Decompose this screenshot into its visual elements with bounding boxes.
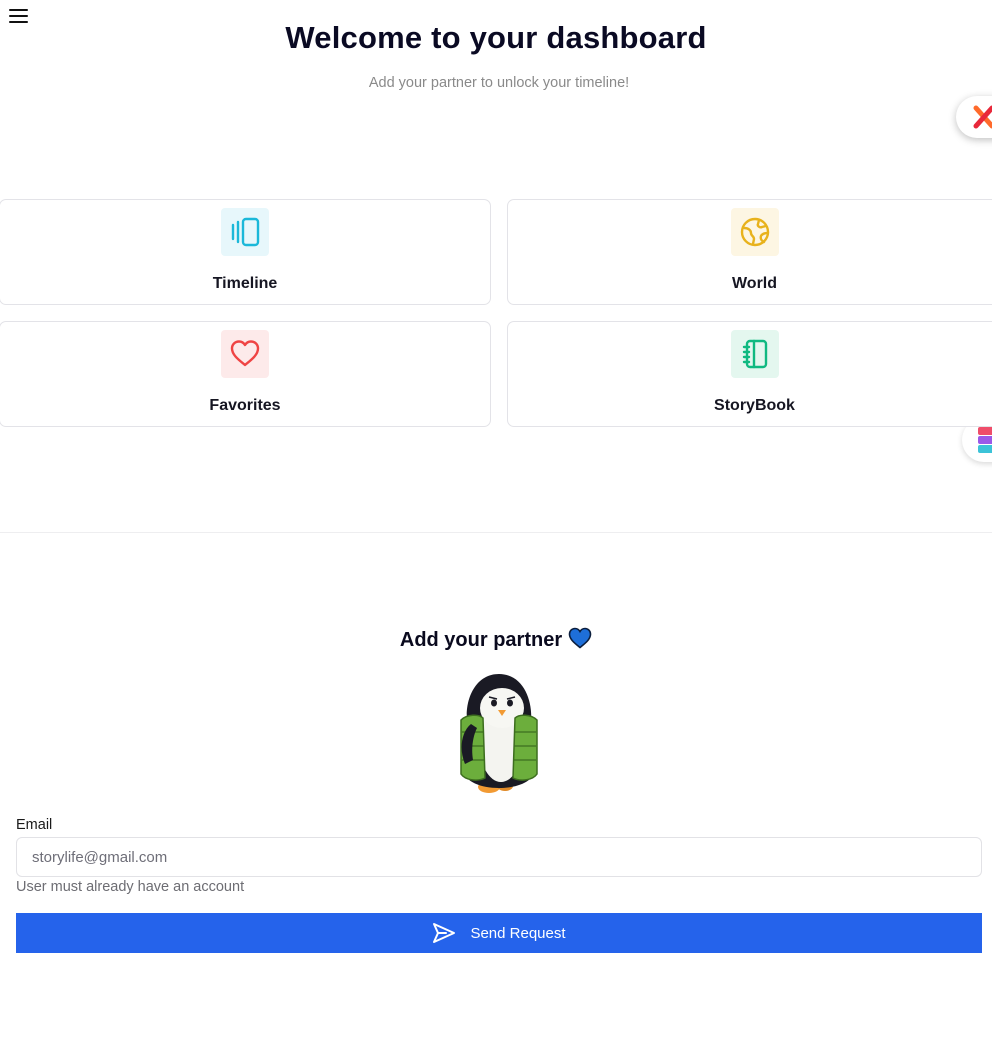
heart-icon: [230, 340, 260, 367]
penguin-illustration: [460, 674, 538, 793]
send-request-button[interactable]: Send Request: [16, 913, 982, 953]
add-partner-heading: Add your partner: [0, 627, 992, 655]
section-divider: [0, 532, 992, 533]
close-widget-button[interactable]: [956, 96, 992, 138]
email-helper-text: User must already have an account: [16, 879, 245, 895]
world-card[interactable]: World: [507, 199, 992, 305]
timeline-icon: [231, 217, 260, 247]
favorites-icon-box: [221, 330, 269, 378]
add-partner-title: Add your partner: [399, 629, 563, 651]
timeline-label: Timeline: [212, 275, 278, 292]
send-request-label: Send Request: [470, 924, 566, 942]
page-title: Welcome to your dashboard: [285, 20, 707, 55]
world-label: World: [731, 275, 778, 292]
notebook-icon: [742, 339, 767, 369]
globe-icon: [740, 217, 769, 247]
world-icon-box: [730, 208, 779, 256]
favorites-label: Favorites: [209, 397, 281, 414]
send-icon: [432, 922, 456, 944]
app-logo-icon: [978, 427, 992, 453]
storybook-label: StoryBook: [714, 397, 795, 414]
timeline-card[interactable]: Timeline: [0, 199, 491, 305]
blue-heart-icon: [568, 627, 592, 655]
storybook-card[interactable]: StoryBook: [507, 321, 992, 427]
page-subtitle: Add your partner to unlock your timeline…: [368, 75, 630, 91]
close-x-icon: [973, 105, 992, 129]
email-input[interactable]: [16, 837, 982, 877]
favorites-card[interactable]: Favorites: [0, 321, 491, 427]
timeline-icon-box: [221, 208, 269, 256]
storybook-icon-box: [730, 330, 779, 378]
email-label: Email: [16, 817, 53, 833]
